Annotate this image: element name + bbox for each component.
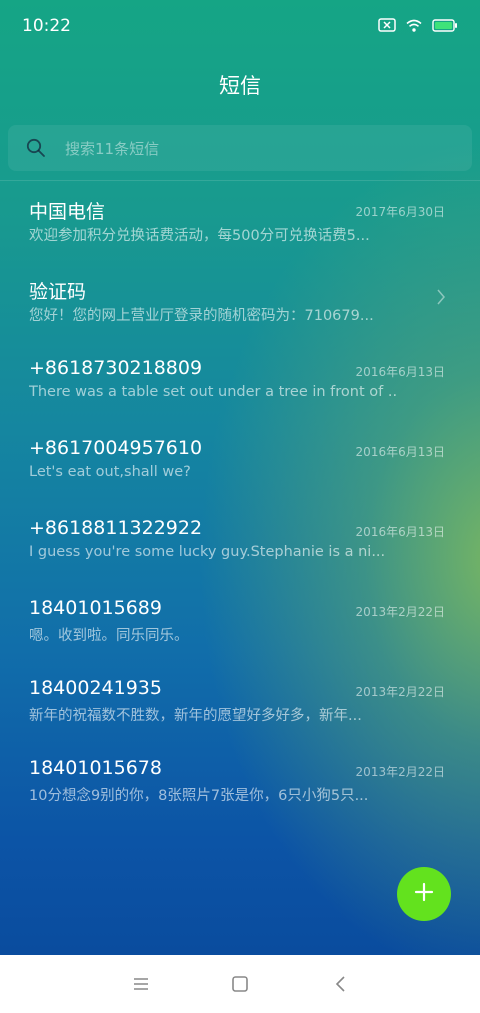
search-bar[interactable] [8, 125, 472, 173]
message-preview: There was a table set out under a tree i… [29, 384, 397, 400]
sender-name: 中国电信 [29, 201, 106, 223]
message-date: 2013年2月22日 [355, 605, 445, 619]
wifi-icon [406, 17, 422, 36]
message-preview: 嗯。收到啦。同乐同乐。 [29, 628, 189, 644]
back-icon[interactable] [330, 973, 352, 995]
navigation-bar [0, 955, 480, 1013]
page-title: 短信 [219, 74, 261, 98]
sender-name: 18400241935 [29, 677, 162, 699]
sender-name: +8617004957610 [29, 437, 203, 459]
message-item[interactable]: 18401015678 2013年2月22日 10分想念9别的你，8张照片7张是… [0, 740, 480, 820]
sender-name: +8618811322922 [29, 517, 203, 539]
message-item[interactable]: 中国电信 2017年6月30日 欢迎参加积分兑换话费活动，每500分可兑换话费5… [0, 180, 480, 260]
message-item[interactable]: 18401015689 2013年2月22日 嗯。收到啦。同乐同乐。 [0, 580, 480, 660]
message-item[interactable]: +8617004957610 2016年6月13日 Let's eat out,… [0, 420, 480, 500]
no-sim-icon [378, 17, 396, 36]
message-preview: 您好！您的网上营业厅登录的随机密码为：710679... [29, 308, 374, 324]
status-time: 10:22 [22, 16, 71, 36]
status-bar: 10:22 [0, 0, 480, 52]
message-item[interactable]: 验证码 您好！您的网上营业厅登录的随机密码为：710679... [0, 260, 480, 340]
message-preview: 新年的祝福数不胜数，新年的愿望好多好多，新年... [29, 708, 362, 724]
message-date: 2013年2月22日 [355, 765, 445, 779]
message-date: 2016年6月13日 [355, 525, 445, 539]
message-preview: 10分想念9别的你，8张照片7张是你，6只小狗5只... [29, 788, 369, 804]
message-date: 2016年6月13日 [355, 445, 445, 459]
status-icons [378, 17, 458, 36]
message-date: 2016年6月13日 [355, 365, 445, 379]
plus-icon [414, 882, 434, 906]
message-date: 2017年6月30日 [355, 205, 445, 219]
message-preview: I guess you're some lucky guy.Stephanie … [29, 544, 386, 560]
search-input[interactable] [63, 125, 457, 173]
message-preview: Let's eat out,shall we? [29, 464, 191, 480]
message-item[interactable]: 18400241935 2013年2月22日 新年的祝福数不胜数，新年的愿望好多… [0, 660, 480, 740]
sender-name: 18401015689 [29, 597, 162, 619]
menu-icon[interactable] [130, 973, 152, 995]
messages-screen: 10:22 短信 搜索11条短信 中国电信 2017年6月30日 欢迎参加积分兑… [0, 0, 480, 955]
search-icon [26, 138, 46, 162]
sender-name: +8618730218809 [29, 357, 203, 379]
sender-name: 验证码 [29, 281, 87, 303]
battery-icon [432, 17, 458, 36]
message-item[interactable]: +8618811322922 2016年6月13日 I guess you're… [0, 500, 480, 580]
message-item[interactable]: +8618730218809 2016年6月13日 There was a ta… [0, 340, 480, 420]
message-list: 中国电信 2017年6月30日 欢迎参加积分兑换话费活动，每500分可兑换话费5… [0, 180, 480, 820]
message-preview: 欢迎参加积分兑换话费活动，每500分可兑换话费5... [29, 228, 370, 244]
sender-name: 18401015678 [29, 757, 162, 779]
home-icon[interactable] [229, 973, 251, 995]
new-message-button[interactable] [397, 867, 451, 921]
chevron-right-icon [436, 288, 446, 310]
message-date: 2013年2月22日 [355, 685, 445, 699]
